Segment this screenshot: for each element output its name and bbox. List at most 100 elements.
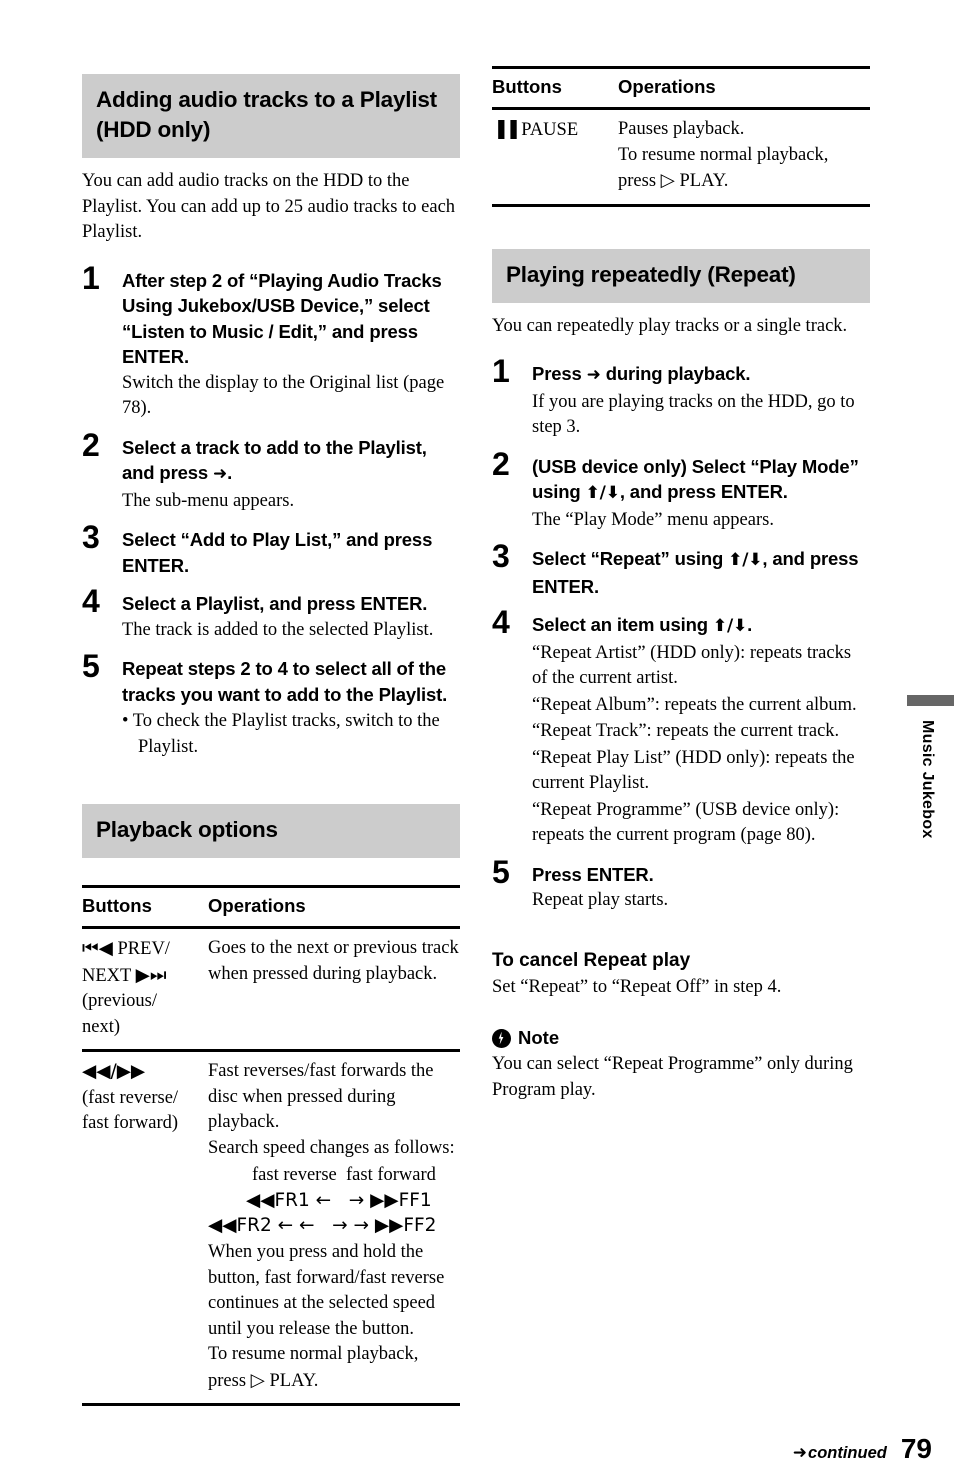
table-header-row: Buttons Operations [492, 67, 870, 109]
step-heading: Select a track to add to the Playlist, a… [122, 435, 460, 488]
playback-options-table: Buttons Operations ⏮◀ PREV/ NEXT ▶⏭ (pre… [82, 885, 460, 1407]
repeat-option-line: “Repeat Play List” (HDD only): repeats t… [532, 747, 855, 794]
table-row: ▐▐ PAUSE Pauses playback. To resume norm… [492, 108, 870, 206]
step-detail: Switch the display to the Original list … [122, 372, 445, 419]
right-arrow-icon: ➜ [586, 365, 601, 385]
continued-label: continued [808, 1443, 887, 1462]
step-item: 3 Select “Repeat” using ⬆/⬇, and press E… [492, 540, 870, 599]
table-header-row: Buttons Operations [82, 886, 460, 928]
step-heading: Select “Repeat” using ⬆/⬇, and press ENT… [532, 546, 870, 599]
column-header-operations: Operations [208, 895, 306, 916]
pause-options-table: Buttons Operations ▐▐ PAUSE Pauses playb… [492, 66, 870, 208]
up-down-arrow-icon: ⬆/⬇ [712, 616, 748, 636]
step-item: 5 Press ENTER. Repeat play starts. [492, 856, 870, 914]
step-heading-text: Select “Repeat” using [532, 548, 729, 569]
right-arrow-icon: ➜ [213, 464, 228, 484]
step-detail: Repeat play starts. [532, 890, 669, 910]
up-down-arrow-icon: ⬆/⬇ [728, 550, 763, 570]
step-detail: The sub-menu appears. [122, 490, 295, 511]
button-cell: ⏮◀ PREV/ NEXT ▶⏭ (previous/ next) [82, 928, 208, 1051]
label-fast-forward: fast forward [346, 1165, 436, 1185]
button-cell: ▐▐ PAUSE [492, 109, 618, 206]
subheading-cancel-repeat: To cancel Repeat play [492, 949, 691, 971]
side-tab-label: Music Jukebox [919, 720, 936, 839]
step-item: 5 Repeat steps 2 to 4 to select all of t… [82, 650, 460, 760]
step-number: 4 [492, 604, 510, 640]
step-detail: If you are playing tracks on the HDD, go… [532, 391, 855, 438]
step-heading: After step 2 of “Playing Audio Tracks Us… [122, 269, 442, 368]
pause-icon: ▐▐ [492, 120, 517, 139]
pause-label: PAUSE [516, 120, 579, 140]
section-heading-playing-repeatedly: Playing repeatedly (Repeat) [492, 248, 870, 303]
speed-diagram-labels: fast reverse fast forward [208, 1163, 460, 1188]
operation-line: When you press and hold the button, fast… [208, 1242, 445, 1339]
play-label: PLAY. [264, 1370, 319, 1391]
step-heading-text: Select an item using [532, 614, 713, 635]
step-heading-text: Press [532, 363, 587, 384]
cancel-repeat-body: Set “Repeat” to “Repeat Off” in step 4. [492, 976, 782, 997]
step-number: 1 [492, 353, 510, 389]
next-note: next) [82, 1016, 121, 1037]
page-footer: ➜ continued 79 [793, 1433, 932, 1465]
repeat-option-line: “Repeat Track”: repeats the current trac… [532, 721, 840, 741]
previous-note: (previous/ [82, 991, 158, 1011]
step-heading: Select “Add to Play List,” and press ENT… [122, 529, 433, 576]
search-speed-diagram: fast reverse fast forward ◀◀FR1 ← → ▶▶FF… [208, 1163, 460, 1238]
step-heading: (USB device only) Select “Play Mode” usi… [532, 454, 870, 507]
step-heading-text-end: during playback. [600, 363, 751, 384]
step-heading-text: Select a track to add to the Playlist, a… [122, 436, 427, 484]
table-row: ◀◀/▶▶ (fast reverse/ fast forward) Fast … [82, 1050, 460, 1405]
step-item: 4 Select an item using ⬆/⬇. “Repeat Arti… [492, 606, 870, 849]
play-icon: ▷ [250, 1369, 265, 1391]
side-tab-music-jukebox: Music Jukebox [907, 695, 954, 885]
step-number: 2 [82, 426, 100, 463]
label-fast-reverse: fast reverse [252, 1165, 337, 1185]
step-heading: Press ➜ during playback. [532, 361, 870, 389]
column-header-buttons: Buttons [492, 76, 562, 97]
intro-paragraph-right: You can repeatedly play tracks or a sing… [492, 315, 848, 336]
step-item: 1 Press ➜ during playback. If you are pl… [492, 355, 870, 441]
play-icon: ▷ [660, 170, 675, 191]
page-number: 79 [900, 1433, 932, 1464]
repeat-option-line: “Repeat Album”: repeats the current albu… [532, 694, 857, 715]
step-item: 3 Select “Add to Play List,” and press E… [82, 521, 460, 578]
note-heading: Note [492, 1026, 870, 1050]
fast-forward-note: fast forward) [82, 1113, 179, 1133]
right-arrow-icon: ➜ [792, 1443, 808, 1463]
table-row: ⏮◀ PREV/ NEXT ▶⏭ (previous/ next) Goes t… [82, 927, 460, 1051]
operation-line: To resume normal playback, press ▷ PLAY. [208, 1342, 460, 1394]
step-number: 5 [82, 648, 100, 684]
table-bottom-rule [82, 1403, 460, 1407]
speed-diagram-row-2: ◀◀FR2 ← ← → → ▶▶FF2 [208, 1215, 437, 1236]
step-item: 4 Select a Playlist, and press ENTER. Th… [82, 585, 460, 643]
step-heading-text-end: . [747, 614, 753, 635]
intro-paragraph-left: You can add audio tracks on the HDD to t… [82, 171, 456, 242]
step-number: 3 [492, 538, 510, 574]
step-item: 1 After step 2 of “Playing Audio Tracks … [82, 262, 460, 422]
table-bottom-rule-row [492, 203, 870, 208]
step-number: 4 [82, 583, 100, 619]
step-heading: Select an item using ⬆/⬇. [532, 612, 870, 640]
right-column: Buttons Operations ▐▐ PAUSE Pauses playb… [492, 66, 870, 1103]
step-detail: The track is added to the selected Playl… [122, 619, 434, 640]
left-column: Adding audio tracks to a Playlist (HDD o… [82, 74, 460, 1407]
table-bottom-rule-row [82, 1403, 460, 1407]
next-label: NEXT [82, 965, 136, 986]
operation-line: Pauses playback. [618, 119, 745, 139]
speed-diagram-row-1: ◀◀FR1 ← → ▶▶FF1 [246, 1190, 432, 1211]
operation-line: To resume normal playback, press ▷ PLAY. [618, 143, 870, 195]
operation-line: Fast reverses/fast forwards the disc whe… [208, 1061, 434, 1132]
step-detail: The “Play Mode” menu appears. [532, 509, 774, 530]
column-header-operations: Operations [618, 76, 716, 97]
step-number: 5 [492, 853, 510, 890]
prev-track-icon: ⏮◀ [82, 938, 113, 959]
section-heading-playback-options: Playback options [82, 804, 460, 858]
fast-reverse-note: (fast reverse/ [82, 1087, 179, 1108]
table-bottom-rule [492, 203, 870, 208]
step-heading: Select a Playlist, and press ENTER. [122, 593, 428, 614]
step-heading-text-end: . [227, 462, 233, 483]
step-heading-text-end: , and press ENTER. [619, 481, 788, 502]
next-track-icon: ▶⏭ [135, 964, 167, 986]
operation-cell: Fast reverses/fast forwards the disc whe… [208, 1051, 460, 1405]
